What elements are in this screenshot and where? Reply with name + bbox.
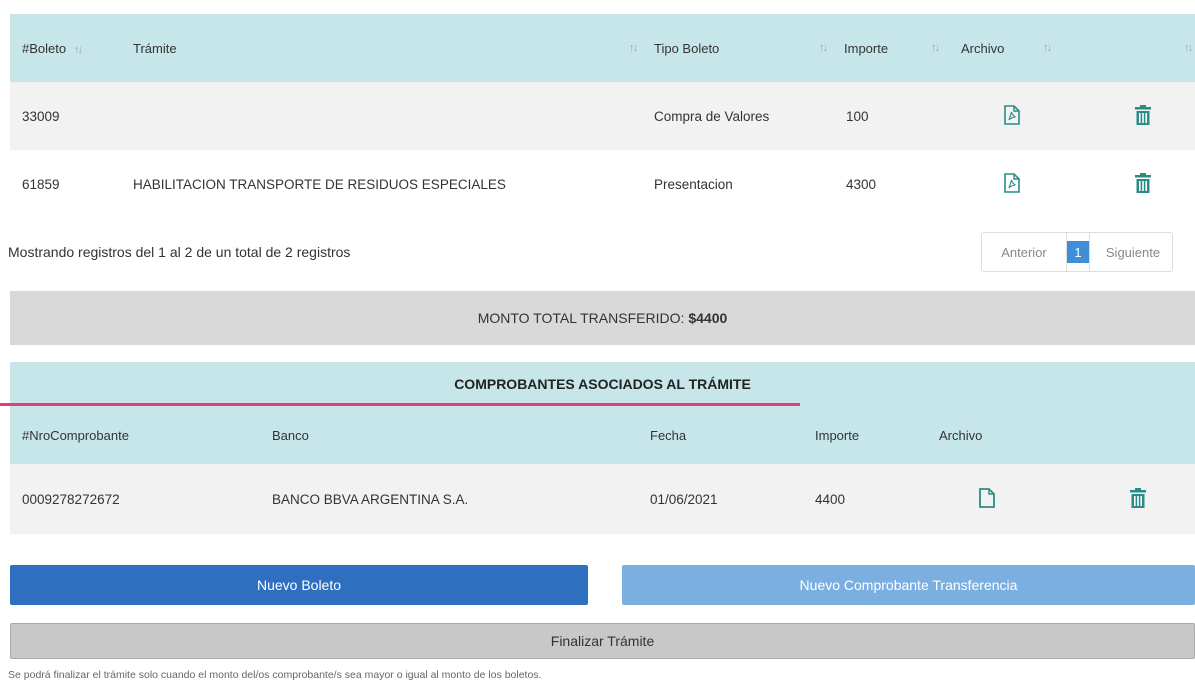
archivo-cell <box>960 82 1100 150</box>
page: #Boleto ↑↓ Trámite ↑↓ Tipo Boleto ↑↓ Impo… <box>0 0 1195 687</box>
boleto-cell: 33009 <box>10 82 132 150</box>
actions-cell <box>1081 464 1195 534</box>
nro-cell: 0009278272672 <box>10 464 260 534</box>
sort-icon: ↑↓ <box>819 42 828 54</box>
banco-cell: BANCO BBVA ARGENTINA S.A. <box>260 464 640 534</box>
pagination: Anterior 1 Siguiente <box>981 232 1173 272</box>
header-label: #Boleto <box>22 40 67 56</box>
col-fecha-header: Fecha <box>640 406 805 464</box>
importe-cell: 4400 <box>805 464 931 534</box>
pagination-page-1[interactable]: 1 <box>1067 241 1089 263</box>
tramite-cell: HABILITACION TRANSPORTE DE RESIDUOS ESPE… <box>132 150 644 218</box>
nuevo-boleto-button[interactable]: Nuevo Boleto <box>10 565 588 605</box>
actions-cell <box>1100 150 1195 218</box>
trash-icon[interactable] <box>1129 487 1147 511</box>
header-label: Tipo Boleto <box>654 40 720 56</box>
fecha-cell: 01/06/2021 <box>640 464 805 534</box>
header-label: Importe <box>844 40 889 56</box>
col-tipo-header[interactable]: Tipo Boleto ↑↓ <box>644 14 834 82</box>
nuevo-comprobante-button[interactable]: Nuevo Comprobante Transferencia <box>622 565 1195 605</box>
archivo-cell <box>931 464 1081 534</box>
file-icon[interactable] <box>979 487 995 511</box>
archivo-cell <box>960 150 1100 218</box>
pdf-file-icon[interactable] <box>1004 104 1020 128</box>
col-archivo-header[interactable]: Archivo ↑↓ <box>960 14 1100 82</box>
col-boleto-header[interactable]: #Boleto ↑↓ <box>10 14 132 82</box>
sort-icon: ↑↓ <box>74 43 83 56</box>
total-value: $4400 <box>688 310 728 326</box>
sort-icon: ↑↓ <box>931 42 940 54</box>
header-label: Archivo <box>961 40 1005 56</box>
col-importe-header: Importe <box>805 406 931 464</box>
trash-icon[interactable] <box>1134 104 1152 128</box>
sort-icon: ↑↓ <box>629 42 638 54</box>
tramite-cell <box>132 82 644 150</box>
boletos-table: #Boleto ↑↓ Trámite ↑↓ Tipo Boleto ↑↓ Impo… <box>10 14 1195 218</box>
col-importe-header[interactable]: Importe ↑↓ <box>834 14 960 82</box>
col-actions-header <box>1081 406 1195 464</box>
importe-cell: 4300 <box>834 150 960 218</box>
footnote-text: Se podrá finalizar el trámite solo cuand… <box>8 669 542 681</box>
finalizar-tramite-button[interactable]: Finalizar Trámite <box>10 623 1195 659</box>
col-archivo-header: Archivo <box>931 406 1081 464</box>
boletos-header-row: #Boleto ↑↓ Trámite ↑↓ Tipo Boleto ↑↓ Impo… <box>10 14 1195 82</box>
comprobantes-title: COMPROBANTES ASOCIADOS AL TRÁMITE <box>10 362 1195 406</box>
col-banco-header: Banco <box>260 406 640 464</box>
tipo-cell: Presentacion <box>644 150 834 218</box>
tipo-cell: Compra de Valores <box>644 82 834 150</box>
table-row: 33009 Compra de Valores 100 <box>10 82 1195 150</box>
header-label: Trámite <box>133 40 177 56</box>
importe-cell: 100 <box>834 82 960 150</box>
comprobantes-header-row: #NroComprobante Banco Fecha Importe Arch… <box>10 406 1195 464</box>
pagination-previous[interactable]: Anterior <box>982 233 1067 271</box>
col-actions-header[interactable]: ↑↓ <box>1100 14 1195 82</box>
trash-icon[interactable] <box>1134 172 1152 196</box>
table-row: 61859 HABILITACION TRANSPORTE DE RESIDUO… <box>10 150 1195 218</box>
comprobantes-table: #NroComprobante Banco Fecha Importe Arch… <box>10 406 1195 534</box>
table-info: Mostrando registros del 1 al 2 de un tot… <box>8 244 351 260</box>
sort-icon: ↑↓ <box>1184 42 1193 54</box>
pagination-next[interactable]: Siguiente <box>1089 233 1172 271</box>
total-label: MONTO TOTAL TRANSFERIDO: <box>477 310 685 326</box>
table-row: 0009278272672 BANCO BBVA ARGENTINA S.A. … <box>10 464 1195 534</box>
col-nro-header: #NroComprobante <box>10 406 260 464</box>
boleto-cell: 61859 <box>10 150 132 218</box>
total-transferred-bar: MONTO TOTAL TRANSFERIDO: $4400 <box>10 291 1195 345</box>
actions-cell <box>1100 82 1195 150</box>
col-tramite-header[interactable]: Trámite ↑↓ <box>132 14 644 82</box>
pdf-file-icon[interactable] <box>1004 172 1020 196</box>
sort-icon: ↑↓ <box>1043 42 1052 54</box>
